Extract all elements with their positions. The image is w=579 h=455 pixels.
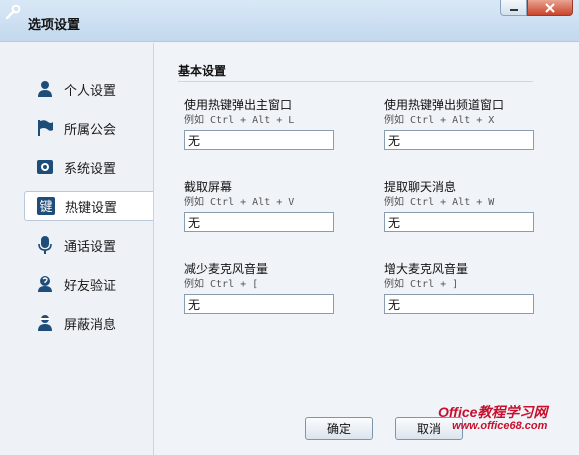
field-label: 使用热键弹出主窗口 [184,98,293,112]
sidebar-item-block-message[interactable]: 屏蔽消息 [24,308,154,338]
hotkey-input-extract-chat[interactable] [384,212,534,232]
hotkey-settings-panel: 基本设置 使用热键弹出主窗口 例如 Ctrl + Alt + L 使用热键弹出频… [154,43,579,455]
sidebar-item-label: 个人设置 [64,83,117,99]
field-hint: 例如 Ctrl + Alt + X [384,115,495,126]
block-message-icon [38,315,52,331]
watermark: Office教程学习网 www.office68.com [438,405,547,433]
hotkey-field-extract-chat: 提取聊天消息 例如 Ctrl + Alt + W [384,178,544,232]
sidebar-item-label: 通话设置 [64,239,117,255]
sidebar-item-label: 屏蔽消息 [64,317,117,333]
hotkey-icon-char: 键 [39,200,52,215]
window-title: 选项设置 [28,18,81,33]
hotkey-field-mic-down: 减少麦克风音量 例如 Ctrl + [ [184,260,344,314]
person-icon [38,81,52,97]
dialog-body: 个人设置 所属公会 系统设置 键 热键设置 通话设置 好友验证 屏蔽消息 基本设… [0,43,579,455]
field-label: 增大麦克风音量 [384,262,469,276]
flag-icon [38,120,53,136]
system-settings-icon [37,160,53,174]
sidebar-item-friend-verify[interactable]: 好友验证 [24,269,154,299]
minimize-icon [509,8,518,11]
close-icon [545,2,555,13]
hotkey-field-channel-window: 使用热键弹出频道窗口 例如 Ctrl + Alt + X [384,96,544,150]
section-title: 基本设置 [178,64,227,78]
hotkey-input-mic-up[interactable] [384,294,534,314]
hotkey-icon: 键 [37,197,55,215]
hotkey-field-mic-up: 增大麦克风音量 例如 Ctrl + ] [384,260,544,314]
field-label: 减少麦克风音量 [184,262,269,276]
sidebar-item-label: 热键设置 [65,200,118,216]
hotkey-input-main-window[interactable] [184,130,334,150]
field-hint: 例如 Ctrl + Alt + L [184,115,295,126]
field-label: 使用热键弹出频道窗口 [384,98,505,112]
ok-button[interactable]: 确定 [305,417,373,440]
wrench-icon [5,4,21,20]
sidebar-item-label: 好友验证 [64,278,117,294]
field-label: 截取屏幕 [184,180,233,194]
sidebar-item-system[interactable]: 系统设置 [24,152,154,182]
hotkey-input-mic-down[interactable] [184,294,334,314]
field-label: 提取聊天消息 [384,180,457,194]
hotkey-input-channel-window[interactable] [384,130,534,150]
watermark-title: Office教程学习网 [438,404,548,420]
sidebar-item-call[interactable]: 通话设置 [24,230,154,260]
friend-verify-icon [38,276,52,292]
close-button[interactable] [527,0,573,16]
sidebar-item-hotkey[interactable]: 键 热键设置 [24,191,154,221]
field-hint: 例如 Ctrl + Alt + V [184,197,295,208]
section-divider [178,81,533,82]
field-hint: 例如 Ctrl + ] [384,279,459,290]
sidebar-item-label: 系统设置 [64,161,117,177]
field-hint: 例如 Ctrl + Alt + W [384,197,495,208]
sidebar-item-guild[interactable]: 所属公会 [24,113,154,143]
sidebar-item-label: 所属公会 [64,122,117,138]
title-bar: 选项设置 [0,0,579,42]
hotkey-field-main-window: 使用热键弹出主窗口 例如 Ctrl + Alt + L [184,96,344,150]
hotkey-field-screenshot: 截取屏幕 例如 Ctrl + Alt + V [184,178,344,232]
minimize-button[interactable] [500,0,527,16]
microphone-icon [38,236,52,254]
watermark-url: www.office68.com [452,420,548,432]
field-hint: 例如 Ctrl + [ [184,279,259,290]
hotkey-input-screenshot[interactable] [184,212,334,232]
sidebar-item-personal[interactable]: 个人设置 [24,74,154,104]
sidebar: 个人设置 所属公会 系统设置 键 热键设置 通话设置 好友验证 屏蔽消息 [0,43,154,455]
